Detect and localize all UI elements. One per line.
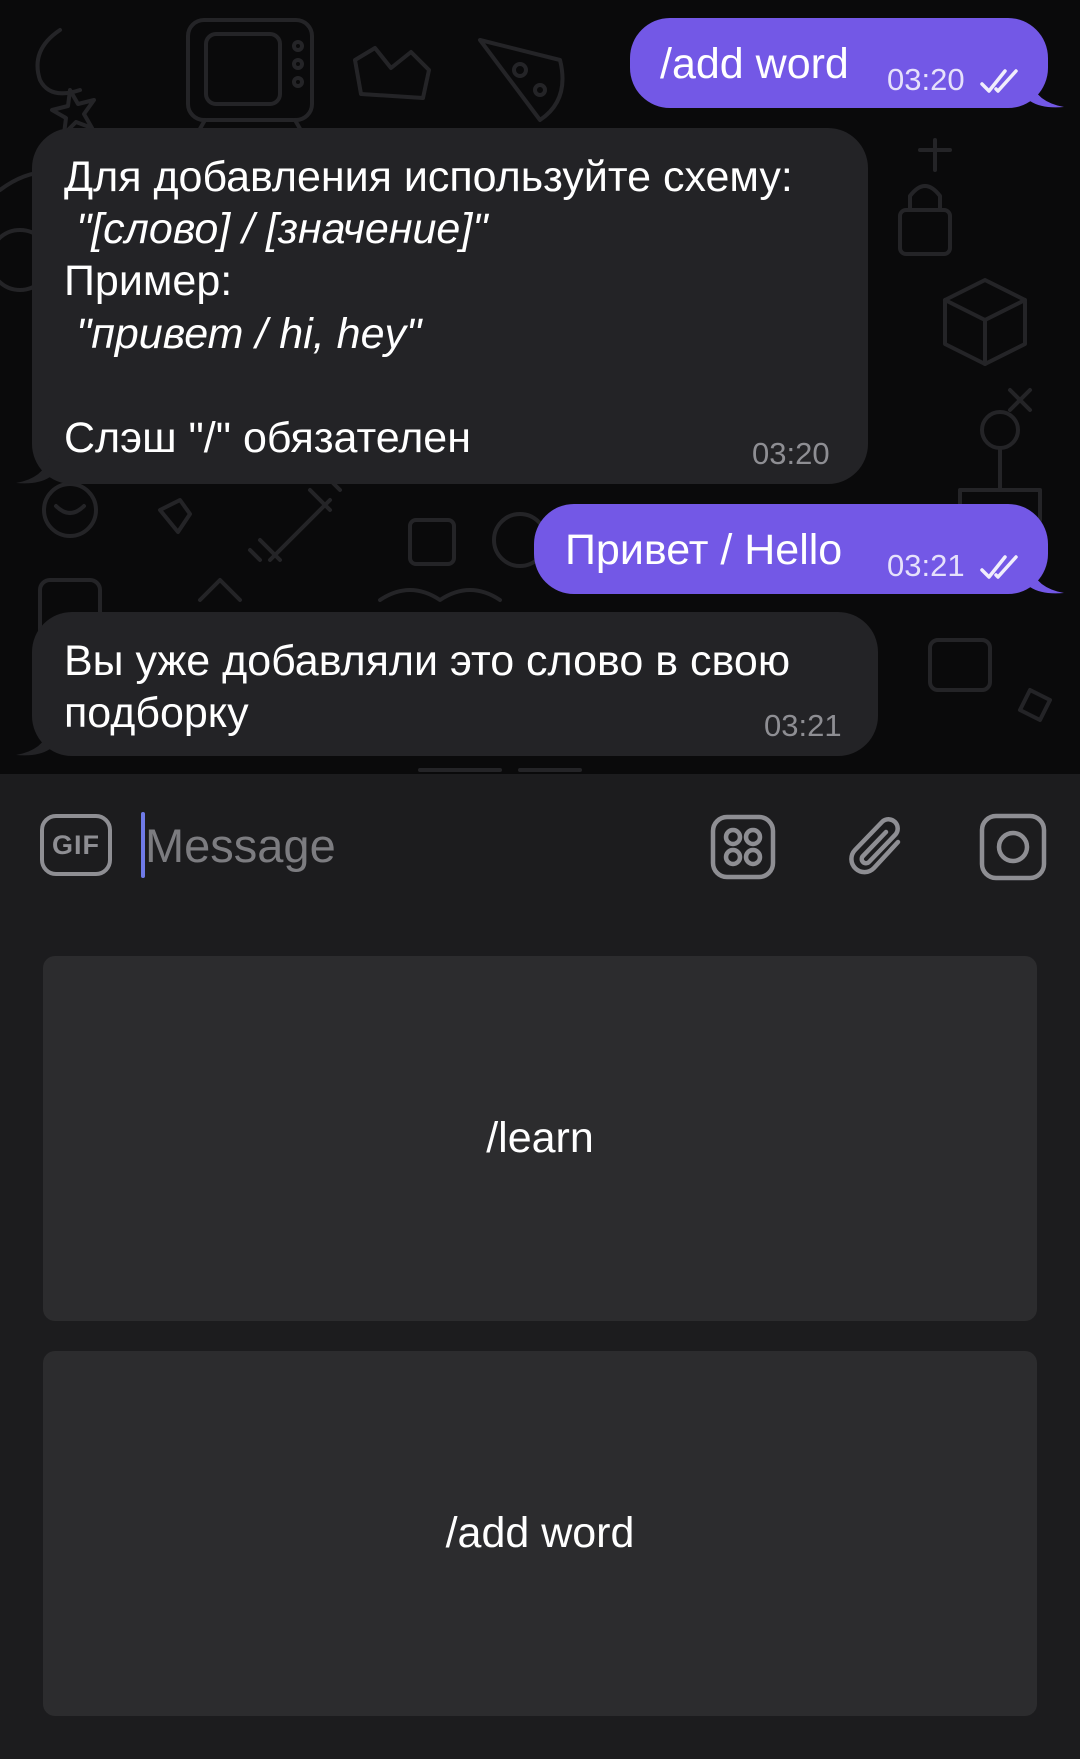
double-check-icon <box>980 69 1018 93</box>
bubble-tail <box>1030 80 1064 108</box>
message-text: Привет / Hello <box>565 526 843 574</box>
chat-area[interactable]: /add word 03:20 Для добавления используй… <box>0 0 1080 774</box>
message-line: Для добавления используйте схему: <box>64 153 793 201</box>
message-input-bar: GIF <box>0 774 1080 920</box>
message-line: Слэш "/" обязателен <box>64 414 471 462</box>
message-time: 03:21 <box>764 708 842 743</box>
double-check-icon <box>980 555 1018 579</box>
message-text: /add word <box>660 40 849 88</box>
outgoing-message[interactable]: Привет / Hello 03:21 <box>534 504 1048 594</box>
sticker-grid-icon[interactable] <box>708 812 778 882</box>
message-line: Вы уже добавляли это слово в свою <box>64 637 791 685</box>
outgoing-message[interactable]: /add word 03:20 <box>630 18 1048 108</box>
gif-button[interactable]: GIF <box>40 814 112 876</box>
camera-icon[interactable] <box>976 810 1050 884</box>
incoming-message[interactable]: Для добавления используйте схему: "[слов… <box>32 128 868 484</box>
bubble-tail <box>16 456 50 484</box>
message-time: 03:21 <box>887 548 965 583</box>
paperclip-icon[interactable] <box>842 810 916 884</box>
message-line: "[слово] / [значение]" <box>64 205 488 253</box>
bot-keyboard: /learn /add word <box>0 920 1080 1759</box>
message-line: "привет / hi, hey" <box>64 310 422 358</box>
message-line: Пример: <box>64 257 233 305</box>
message-time: 03:20 <box>887 62 965 97</box>
keyboard-button-add-word[interactable]: /add word <box>43 1351 1037 1716</box>
incoming-message[interactable]: Вы уже добавляли это слово в свою подбор… <box>32 612 878 756</box>
message-time: 03:20 <box>752 436 830 471</box>
bubble-tail <box>16 728 50 756</box>
keyboard-button-learn[interactable]: /learn <box>43 956 1037 1321</box>
message-line: подборку <box>64 689 249 737</box>
message-input[interactable] <box>145 810 665 880</box>
bubble-tail <box>1030 566 1064 594</box>
